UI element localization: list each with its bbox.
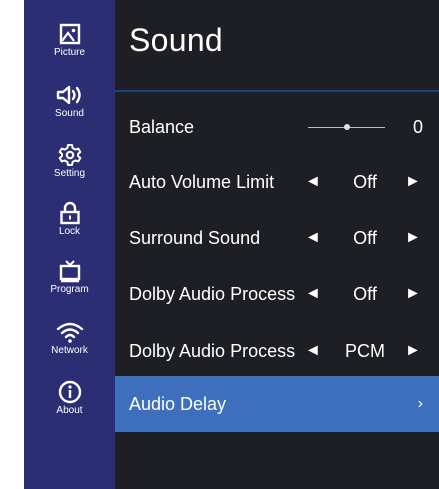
sidebar-item-picture[interactable]: Picture: [24, 22, 115, 78]
tv-icon: [59, 260, 80, 283]
sidebar-item-label: Picture: [53, 47, 86, 58]
option-label: Dolby Audio Process: [129, 284, 296, 304]
right-arrow-icon[interactable]: ►: [405, 323, 421, 379]
option-value: Off: [353, 172, 377, 192]
balance-row[interactable]: Balance 0: [115, 99, 439, 155]
balance-value: 0: [413, 117, 424, 137]
sound-menu: Sound Balance 0 Auto Volume Limit ◄ Off …: [115, 0, 439, 489]
sidebar-item-sound[interactable]: Sound: [24, 83, 115, 139]
option-label: Surround Sound: [129, 228, 261, 248]
option-value: Off: [353, 228, 377, 248]
sidebar-item-network[interactable]: Network: [24, 320, 115, 376]
right-arrow-icon[interactable]: ►: [405, 154, 421, 210]
sidebar-item-setting[interactable]: Setting: [24, 143, 115, 199]
audio-delay-row[interactable]: Audio Delay ›: [115, 376, 439, 432]
option-value: Off: [353, 284, 377, 304]
left-arrow-icon[interactable]: ◄: [305, 154, 321, 210]
gear-icon: [58, 144, 81, 166]
option-value: PCM: [345, 341, 385, 361]
title-divider: [115, 90, 439, 92]
dolby-audio-process-row[interactable]: Dolby Audio Process ◄ Off ►: [115, 266, 439, 322]
sidebar-item-label: Setting: [53, 168, 86, 179]
left-arrow-icon[interactable]: ◄: [305, 323, 321, 379]
balance-slider-knob[interactable]: [343, 124, 350, 130]
option-label: Auto Volume Limit: [129, 172, 275, 192]
sidebar-item-program[interactable]: Program: [24, 259, 115, 315]
sidebar: Picture Sound Setting Lock Program Netwo…: [24, 0, 115, 489]
sidebar-item-label: About: [56, 405, 83, 416]
sidebar-item-lock[interactable]: Lock: [24, 201, 115, 257]
lock-icon: [59, 201, 80, 225]
balance-label: Balance: [129, 117, 195, 137]
sidebar-item-label: Program: [50, 284, 89, 295]
option-label: Dolby Audio Process: [129, 341, 296, 361]
dolby-audio-process-row-2[interactable]: Dolby Audio Process ◄ PCM ►: [115, 323, 439, 379]
sidebar-item-label: Network: [51, 345, 88, 356]
surround-sound-row[interactable]: Surround Sound ◄ Off ►: [115, 210, 439, 266]
chevron-right-icon: ›: [417, 395, 423, 412]
speaker-icon: [56, 85, 81, 105]
left-arrow-icon[interactable]: ◄: [305, 210, 321, 266]
wifi-icon: [56, 322, 83, 343]
picture-icon: [59, 23, 80, 45]
sidebar-item-label: Lock: [58, 226, 81, 237]
option-label: Audio Delay: [129, 394, 227, 414]
auto-volume-limit-row[interactable]: Auto Volume Limit ◄ Off ►: [115, 154, 439, 210]
page-title: Sound: [129, 22, 224, 58]
left-arrow-icon[interactable]: ◄: [305, 266, 321, 322]
sidebar-item-about[interactable]: About: [24, 380, 115, 436]
right-arrow-icon[interactable]: ►: [405, 266, 421, 322]
right-arrow-icon[interactable]: ►: [405, 210, 421, 266]
sidebar-item-label: Sound: [55, 108, 84, 119]
info-icon: [58, 380, 81, 404]
